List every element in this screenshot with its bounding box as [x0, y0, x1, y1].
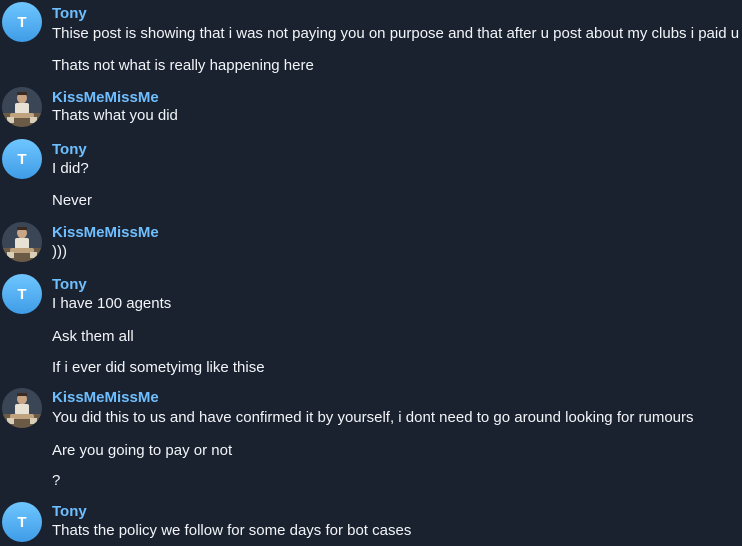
- message-text: Thats the policy we follow for some days…: [52, 522, 412, 539]
- message-text: Thats not what is really happening here: [52, 57, 314, 74]
- sender-name[interactable]: KissMeMissMe: [52, 224, 159, 242]
- sender-name[interactable]: Tony: [52, 141, 87, 159]
- avatar-letter: T: [17, 513, 27, 531]
- avatar[interactable]: T: [2, 139, 42, 179]
- chat-history: T Tony Thise post is showing that i was …: [0, 0, 742, 546]
- message-text: ?: [52, 472, 61, 489]
- message-text: Ask them all: [52, 328, 134, 345]
- avatar[interactable]: T: [2, 502, 42, 542]
- sender-name[interactable]: Tony: [52, 5, 87, 23]
- message-text: Never: [52, 192, 93, 209]
- avatar[interactable]: T: [2, 274, 42, 314]
- message-text: I have 100 agents: [52, 295, 172, 312]
- user-photo-icon: [2, 87, 42, 127]
- user-photo-icon: [2, 222, 42, 262]
- sender-name[interactable]: KissMeMissMe: [52, 89, 159, 107]
- avatar[interactable]: [2, 222, 42, 262]
- user-photo-icon: [2, 388, 42, 428]
- sender-name[interactable]: Tony: [52, 276, 87, 294]
- avatar-letter: T: [17, 13, 27, 31]
- avatar[interactable]: [2, 388, 42, 428]
- sender-name[interactable]: KissMeMissMe: [52, 389, 159, 407]
- avatar-letter: T: [17, 150, 27, 168]
- message-text: Thise post is showing that i was not pay…: [52, 25, 740, 42]
- message-text: Thats what you did: [52, 107, 178, 124]
- avatar[interactable]: [2, 87, 42, 127]
- message-text: Are you going to pay or not: [52, 442, 233, 459]
- message-text: ))): [52, 243, 67, 260]
- message-text: You did this to us and have confirmed it…: [52, 409, 694, 426]
- message-text: I did?: [52, 160, 89, 177]
- avatar-letter: T: [17, 285, 27, 303]
- message-text: If i ever did sometyimg like thise: [52, 359, 265, 376]
- avatar[interactable]: T: [2, 2, 42, 42]
- sender-name[interactable]: Tony: [52, 503, 87, 521]
